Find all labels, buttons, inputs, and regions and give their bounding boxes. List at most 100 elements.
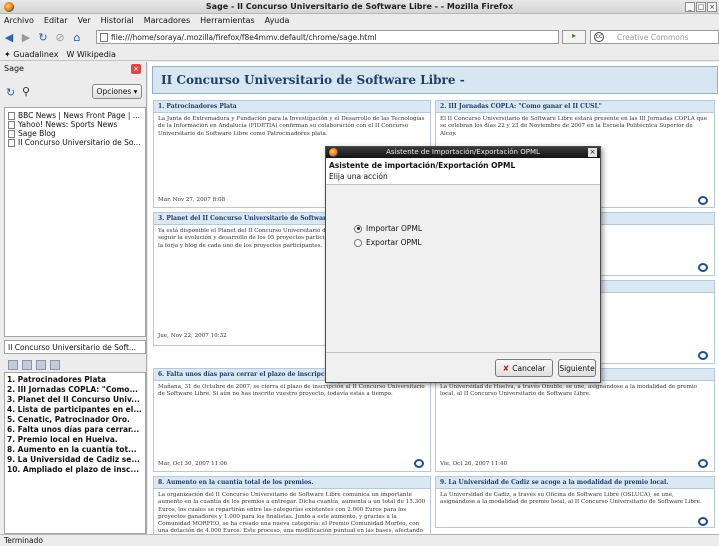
list-item[interactable]: 5. Cenatic, Patrocinador Oro. [5,415,145,425]
card-date: Mar, Nov 27, 2007 8:08 [158,197,225,203]
card-body: Mañana, 31 de Octubre de 2007, se cierra… [154,381,430,402]
window-title: Sage - II Concurso Universitario de Soft… [0,2,719,11]
list-item[interactable]: 8. Aumento en la cuantía tot... [5,445,145,455]
menu-marcadores[interactable]: Marcadores [144,16,190,25]
card-body: La Universidad de Cadiz, a través su Ofi… [436,489,714,510]
bookmark-guadalinex[interactable]: ✦ Guadalinex [4,50,58,59]
menu-herramientas[interactable]: Herramientas [200,16,255,25]
selected-feed-title: II Concurso Universitario de Soft... [4,340,146,354]
card-title[interactable]: 1. Patrocinadores Plata [154,101,430,113]
bookmark-wikipedia[interactable]: W Wikipedia [66,50,115,59]
card-body: La Universidad de Huelva, a través Onubl… [436,381,714,402]
sidebar-close-button[interactable]: × [131,64,141,74]
open-tabs-icon[interactable] [50,360,60,370]
card-date: Jue, Nov 22, 2007 10:32 [158,333,227,339]
page-title: II Concurso Universitario de Software Li… [152,66,718,94]
dialog-title-bar: Asistente de Importación/Exportación OPM… [326,147,600,158]
list-item[interactable]: 6. Falta unos días para cerrar... [5,425,145,435]
comment-bubble-icon[interactable] [698,351,708,360]
import-opml-radio[interactable]: Importar OPML [354,224,422,233]
minimize-button[interactable]: _ [685,2,695,12]
stop-icon[interactable]: ⊘ [53,30,67,44]
menu-historial[interactable]: Historial [101,16,134,25]
next-label: Siguiente [559,364,594,373]
sidebar-title: Sage [4,64,24,73]
item-view-toolbar [8,360,60,370]
bookmark-label: Guadalinex [13,50,58,59]
feed-item[interactable]: Sage Blog [5,129,145,138]
mark-unread-icon[interactable] [22,360,32,370]
search-input[interactable]: cc Creative Commons [590,30,719,44]
menu-ver[interactable]: Ver [78,16,91,25]
open-all-icon[interactable] [36,360,46,370]
menu-archivo[interactable]: Archivo [4,16,34,25]
cancel-icon: ✘ [503,364,510,373]
dialog-close-button[interactable]: × [588,148,597,157]
search-icon[interactable]: ⚲ [22,85,30,98]
comment-bubble-icon[interactable] [698,517,708,526]
home-icon[interactable]: ⌂ [70,30,84,44]
radio-unselected-icon [354,239,362,247]
news-card: 7. Premio local en Huelva. La Universida… [435,368,715,472]
news-card: 8. Aumento en la cuantía total de los pr… [153,476,431,534]
bookmark-label: Wikipedia [77,50,116,59]
card-body: El II Concurso Universitario de Software… [436,113,714,141]
dialog-divider [326,352,600,353]
page-icon [100,33,108,42]
menu-editar[interactable]: Editar [44,16,68,25]
sage-sidebar: Sage × ↻ ⚲ Opciones ▾ BBC News | News Fr… [0,62,147,534]
list-item[interactable]: 1. Patrocinadores Plata [5,375,145,385]
card-title[interactable]: 8. Aumento en la cuantía total de los pr… [154,477,430,489]
menu-ayuda[interactable]: Ayuda [265,16,290,25]
comment-bubble-icon[interactable] [698,196,708,205]
feed-icon [8,121,15,129]
options-button[interactable]: Opciones ▾ [92,84,142,99]
feed-item[interactable]: Yahoo! News: Sports News [5,120,145,129]
card-date: Vie, Oct 26, 2007 11:40 [440,461,507,467]
feed-icon [8,112,15,120]
feed-items-list: 1. Patrocinadores Plata 2. III Jornadas … [4,372,146,534]
export-opml-radio[interactable]: Exportar OPML [354,238,422,247]
url-text: file:///home/soraya/.mozilla/firefox/f8e… [111,33,377,42]
status-bar: Terminado [0,534,719,546]
creative-commons-icon[interactable]: cc [594,32,604,42]
reload-icon[interactable]: ↻ [36,30,50,44]
feed-item[interactable]: II Concurso Universitario de So... [5,138,145,147]
maximize-button[interactable]: □ [696,2,706,12]
news-card: 6. Falta unos días para cerrar el plazo … [153,368,431,472]
feed-label: BBC News | News Front Page | ... [18,111,140,120]
comment-bubble-icon[interactable] [414,459,424,468]
search-placeholder: Creative Commons [617,33,689,42]
go-button[interactable]: ▸ [562,30,586,44]
cancel-button[interactable]: ✘ Cancelar [495,359,553,377]
dialog-heading: Asistente de importación/Exportación OPM… [329,161,600,170]
radio-label: Importar OPML [366,224,422,233]
url-field[interactable]: file:///home/soraya/.mozilla/firefox/f8e… [96,30,559,44]
list-item[interactable]: 3. Planet del II Concurso Univ... [5,395,145,405]
cancel-label: Cancelar [512,364,545,373]
list-item[interactable]: 10. Ampliado el plazo de insc... [5,465,145,475]
feed-icon [8,139,15,147]
card-date: Mar, Oct 30, 2007 11:06 [158,461,227,467]
next-button[interactable]: Siguiente [558,359,596,377]
card-body: La Junta de Extremadura y Fundación para… [154,113,430,141]
dialog-title: Asistente de Importación/Exportación OPM… [386,148,540,156]
feed-label: II Concurso Universitario de So... [18,138,141,147]
card-title[interactable]: 2. III Jornadas COPLA: "Como ganar el II… [436,101,714,113]
radio-selected-icon [354,225,362,233]
list-item[interactable]: 7. Premio local en Huelva. [5,435,145,445]
list-item[interactable]: 2. III Jornadas COPLA: "Como... [5,385,145,395]
card-title[interactable]: 9. La Universidad de Cadiz se acoge a la… [436,477,714,489]
list-item[interactable]: 9. La Universidad de Cadiz se... [5,455,145,465]
refresh-feeds-icon[interactable]: ↻ [6,86,15,99]
list-item[interactable]: 4. Lista de participantes en el... [5,405,145,415]
news-card: 9. La Universidad de Cadiz se acoge a la… [435,476,715,528]
comment-bubble-icon[interactable] [698,459,708,468]
forward-arrow-icon[interactable]: ▶ [19,30,33,44]
feed-item[interactable]: BBC News | News Front Page | ... [5,111,145,120]
comment-bubble-icon[interactable] [698,263,708,272]
dialog-subheading: Elija una acción [329,172,600,181]
back-arrow-icon[interactable]: ◀ [2,30,16,44]
mark-read-icon[interactable] [8,360,18,370]
close-window-button[interactable]: × [707,2,717,12]
